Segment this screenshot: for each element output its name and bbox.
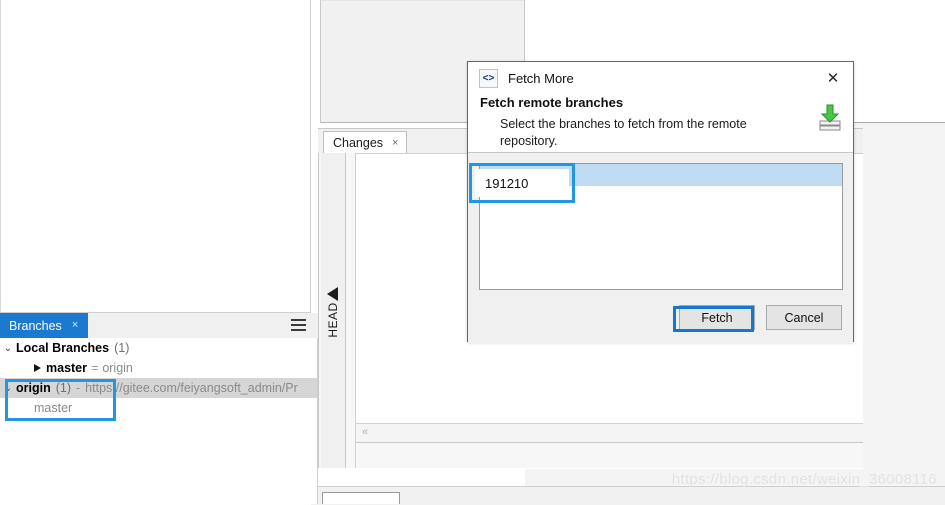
close-icon[interactable]: ×	[392, 137, 398, 149]
head-gutter-strip: HEAD	[321, 153, 346, 468]
dialog-header: Fetch remote branches Select the branche…	[468, 95, 853, 153]
dialog-button-row: Fetch Cancel	[679, 305, 842, 330]
window-bottom-band	[311, 486, 945, 505]
code-brackets-icon: <>	[479, 69, 498, 88]
tree-item-label: origin	[16, 381, 51, 395]
hamburger-menu-icon[interactable]	[291, 319, 306, 331]
branches-panel: Branches × ⌄ Local Branches (1) master =…	[0, 313, 318, 504]
chevron-down-icon[interactable]: ⌄	[0, 383, 16, 394]
branches-tree: ⌄ Local Branches (1) master = origin ⌄ o…	[0, 338, 318, 504]
tree-item-tracking: origin	[102, 361, 133, 375]
scroll-left-icon[interactable]: «	[362, 426, 368, 438]
application-window: Changes × HEAD « Branches × ⌄ Local Bran…	[0, 0, 945, 505]
watermark: https://blog.csdn.net/weixin_36008116	[671, 471, 937, 488]
tab-changes[interactable]: Changes ×	[323, 131, 408, 154]
tab-branches[interactable]: Branches ×	[0, 313, 89, 338]
tab-branches-label: Branches	[9, 318, 62, 333]
left-editor-region	[0, 0, 311, 313]
tree-item-label: master	[46, 361, 87, 375]
tree-item-count: (1)	[55, 381, 71, 395]
dialog-heading: Fetch remote branches	[480, 95, 624, 110]
tree-item-label: master	[34, 401, 73, 415]
chevron-down-icon[interactable]: ⌄	[0, 343, 16, 354]
tree-item-local-branches[interactable]: ⌄ Local Branches (1)	[0, 338, 317, 358]
tree-item-origin-master[interactable]: master	[0, 398, 317, 418]
dialog-title-bar: <> Fetch More ✕	[468, 62, 853, 95]
fetch-more-dialog: <> Fetch More ✕ Fetch remote branches Se…	[467, 61, 854, 343]
dialog-description: Select the branches to fetch from the re…	[500, 117, 747, 148]
triangle-right-icon	[34, 364, 41, 372]
bottom-small-box	[322, 492, 400, 504]
close-icon[interactable]: ✕	[823, 68, 843, 88]
branches-tab-bar: Branches ×	[0, 313, 318, 339]
close-icon[interactable]: ×	[72, 320, 78, 331]
tree-item-equals: =	[91, 361, 99, 375]
tab-changes-label: Changes	[333, 136, 384, 150]
fetch-download-icon	[817, 103, 843, 133]
secondary-gutter	[346, 153, 356, 468]
head-gutter-label: HEAD	[326, 302, 340, 338]
tree-item-dash: -	[76, 381, 81, 395]
tree-item-local-master[interactable]: master = origin	[0, 358, 317, 378]
tree-item-label: Local Branches	[16, 341, 110, 355]
tree-item-count: (1)	[114, 341, 130, 355]
annotation-listitem-label: 191210	[485, 176, 529, 191]
tree-item-origin[interactable]: ⌄ origin (1) - https://gitee.com/feiyang…	[0, 378, 317, 398]
fetch-button[interactable]: Fetch	[679, 305, 755, 330]
horizontal-scrollbar[interactable]: «	[356, 423, 863, 442]
dialog-title: Fetch More	[508, 71, 574, 86]
changes-bottom-strip	[356, 442, 863, 468]
tree-item-remote-url: https://gitee.com/feiyangsoft_admin/Pr	[85, 381, 298, 395]
cancel-button[interactable]: Cancel	[766, 305, 842, 330]
